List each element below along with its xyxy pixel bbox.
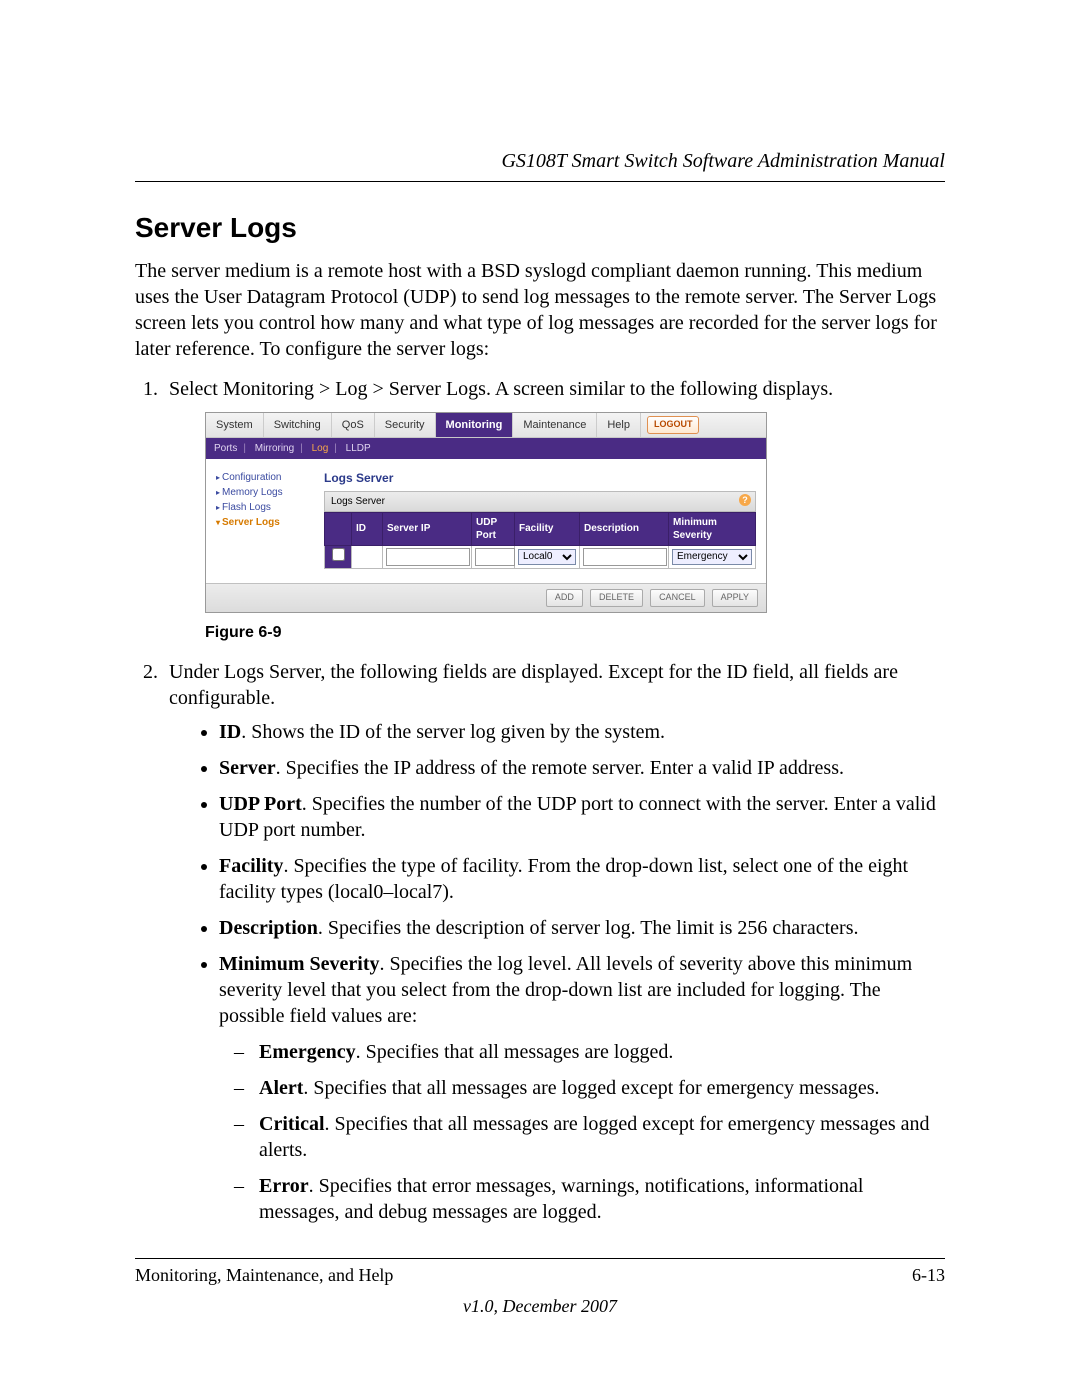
sidebar: ▸Configuration ▸Memory Logs ▸Flash Logs … [216,471,316,569]
field-server: Server. Specifies the IP address of the … [219,755,945,781]
step-1-text: Select Monitoring > Log > Server Logs. A… [169,378,833,400]
col-server-ip: Server IP [383,512,472,545]
sev-alert: Alert. Specifies that all messages are l… [259,1075,945,1101]
col-udp-port: UDP Port [472,512,515,545]
panel-title: Logs Server [324,471,756,487]
cancel-button[interactable]: CANCEL [650,589,705,607]
subnav-log[interactable]: Log [312,443,329,454]
tab-qos[interactable]: QoS [332,413,375,437]
tab-system[interactable]: System [206,413,264,437]
intro-paragraph: The server medium is a remote host with … [135,258,945,362]
sev-critical: Critical. Specifies that all messages ar… [259,1111,945,1163]
header-rule [135,181,945,182]
step-2-lead: Under Logs Server, the following fields … [169,661,898,709]
logs-server-table: ID Server IP UDP Port Facility Descripti… [324,512,756,569]
facility-select[interactable]: Local0 [518,549,576,565]
severity-select[interactable]: Emergency [672,549,752,565]
main-tabs: System Switching QoS Security Monitoring… [206,413,766,438]
subnav-lldp[interactable]: LLDP [346,443,371,454]
sub-nav: Ports| Mirroring| Log| LLDP [206,438,766,459]
screenshot-figure: System Switching QoS Security Monitoring… [205,412,767,613]
delete-button[interactable]: DELETE [590,589,643,607]
footer-left: Monitoring, Maintenance, and Help [135,1265,393,1286]
footer-version: v1.0, December 2007 [135,1296,945,1317]
field-min-severity: Minimum Severity. Specifies the log leve… [219,951,945,1225]
button-bar: ADD DELETE CANCEL APPLY [206,583,766,612]
logout-button[interactable]: LOGOUT [647,416,700,434]
subnav-ports[interactable]: Ports [214,443,237,454]
step-1: Select Monitoring > Log > Server Logs. A… [163,376,945,643]
sidebar-flash-logs[interactable]: ▸Flash Logs [216,501,316,514]
col-id: ID [352,512,383,545]
help-icon[interactable]: ? [739,494,751,506]
tab-monitoring[interactable]: Monitoring [436,413,514,437]
figure-caption: Figure 6-9 [205,623,945,644]
row-checkbox[interactable] [332,548,345,561]
tab-maintenance[interactable]: Maintenance [513,413,597,437]
page-footer: Monitoring, Maintenance, and Help 6-13 v… [135,1258,945,1317]
field-facility: Facility. Specifies the type of facility… [219,853,945,905]
sev-emergency: Emergency. Specifies that all messages a… [259,1039,945,1065]
col-min-severity: Minimum Severity [669,512,756,545]
subnav-mirroring[interactable]: Mirroring [255,443,294,454]
sidebar-configuration[interactable]: ▸Configuration [216,471,316,484]
field-description: Description. Specifies the description o… [219,915,945,941]
field-udp-port: UDP Port. Specifies the number of the UD… [219,791,945,843]
description-input[interactable] [583,548,667,566]
table-row: Local0 Emergency [325,545,756,568]
apply-button[interactable]: APPLY [712,589,758,607]
add-button[interactable]: ADD [546,589,583,607]
sev-error: Error. Specifies that error messages, wa… [259,1173,945,1225]
step-2: Under Logs Server, the following fields … [163,659,945,1225]
field-id: ID. Shows the ID of the server log given… [219,719,945,745]
doc-header: GS108T Smart Switch Software Administrat… [135,150,945,173]
section-title: Server Logs [135,212,945,244]
sidebar-memory-logs[interactable]: ▸Memory Logs [216,486,316,499]
col-facility: Facility [515,512,580,545]
sidebar-server-logs[interactable]: ▾Server Logs [216,516,316,529]
udp-port-input[interactable] [475,548,515,566]
tab-switching[interactable]: Switching [264,413,332,437]
tab-security[interactable]: Security [375,413,436,437]
footer-page-number: 6-13 [912,1265,945,1286]
server-ip-input[interactable] [386,548,470,566]
tab-help[interactable]: Help [597,413,641,437]
col-description: Description [580,512,669,545]
table-title-bar: Logs Server ? [324,491,756,512]
table-title: Logs Server [331,496,385,507]
